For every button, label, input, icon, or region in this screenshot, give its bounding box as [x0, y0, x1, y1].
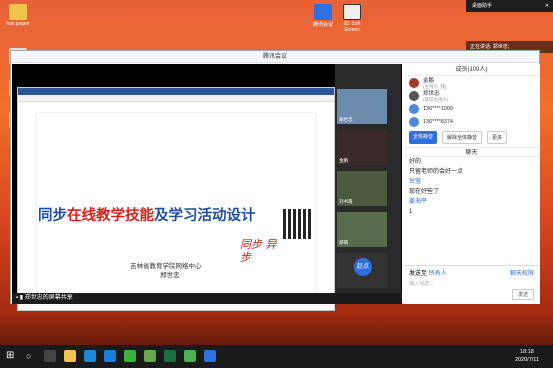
chat-message: 现在好些了: [409, 189, 440, 195]
desktop-icon-user[interactable]: han jasper: [4, 4, 32, 27]
members-title: 成员(109人): [403, 64, 540, 76]
window-title: 腾讯会议: [11, 51, 539, 63]
avatar: [409, 103, 419, 114]
excel-icon[interactable]: [164, 350, 176, 362]
desktop-assistant-bar[interactable]: 桌面助手 ✕: [466, 0, 553, 12]
ppt-menubar: [18, 95, 334, 102]
tencent-meeting-taskbar-icon[interactable]: [204, 350, 216, 362]
ppt-titlebar: [18, 88, 334, 95]
notify-title: 桌面助手: [472, 3, 493, 9]
chat-message: 只留老师的会好一点: [409, 169, 464, 175]
search-icon[interactable]: ○: [26, 350, 38, 362]
tencent-meeting-icon: [314, 4, 332, 20]
close-icon[interactable]: ✕: [545, 0, 549, 12]
edge-icon[interactable]: [84, 350, 96, 362]
app-icon[interactable]: [124, 350, 136, 362]
send-button[interactable]: 发送: [511, 289, 534, 300]
video-tile[interactable]: 郑萌: [337, 212, 387, 247]
app-icon[interactable]: [184, 350, 196, 362]
avatar: [409, 116, 419, 127]
member-row[interactable]: 郑世忠 (联席主持人): [403, 89, 540, 102]
member-row[interactable]: 136****8374: [403, 115, 540, 128]
avatar: [409, 77, 419, 88]
slide-author: 郑世忠: [160, 272, 180, 279]
clock[interactable]: 18:18 2020/7/11: [515, 348, 539, 364]
mute-all-button[interactable]: 全体静音: [409, 131, 438, 144]
chat-message: 好的: [409, 159, 422, 165]
send-to-select[interactable]: 所有人: [429, 271, 447, 277]
avatar: [409, 90, 419, 101]
folder-icon: [9, 4, 27, 20]
meeting-window: 腾讯会议 同步在线教学技能及学习活动设计 吉林省教育学院网络中心 郑世忠 同步 …: [10, 50, 540, 311]
video-tile[interactable]: 郑世忠: [337, 89, 387, 124]
task-view-icon[interactable]: [44, 350, 56, 362]
video-tile[interactable]: 刘书霞: [337, 171, 387, 206]
more-button[interactable]: 更多: [487, 131, 508, 144]
chat-title: 聊天: [403, 147, 540, 157]
chat-message: 1: [409, 209, 413, 215]
app-icon[interactable]: [144, 350, 156, 362]
member-row[interactable]: 金鹏 (主持人, 我): [403, 76, 540, 89]
unmute-all-button[interactable]: 解除全体静音: [442, 131, 483, 144]
share-icon: ▪ ▮: [16, 295, 25, 301]
side-panel: 成员(109人) 金鹏 (主持人, 我) 郑世忠 (联席主持人) 136****10…: [403, 64, 540, 304]
windows-start-icon[interactable]: ⊞: [6, 350, 18, 362]
taskbar: ⊞ ○ 18:18 2020/7/11: [0, 345, 553, 368]
avatar: 赵点: [354, 258, 372, 276]
video-strip: 郑世忠 金鹏 刘书霞 郑萌 赵点: [335, 64, 401, 293]
video-tile[interactable]: 赵点: [337, 253, 387, 288]
file-explorer-icon[interactable]: [64, 350, 76, 362]
chat-input-area: 发送至 所有人 聊天权限 输入消息... 发送: [403, 265, 540, 303]
chat-sender: 岳莹: [409, 179, 422, 185]
ie-icon[interactable]: [104, 350, 116, 362]
member-actions: 全体静音 解除全体静音 更多: [403, 128, 540, 147]
desktop-icon-screen-capture[interactable]: 2D Soft Screen: [338, 4, 366, 33]
chat-sender: 姜海平: [409, 199, 428, 205]
screen-share-bar: ▪ ▮ 郑世忠的屏幕共享: [12, 293, 402, 304]
camera-icon: [343, 4, 361, 20]
handwriting-annotation: 同步 异步: [240, 238, 277, 264]
chat-permission-button[interactable]: 聊天权限: [510, 268, 534, 277]
slide-title: 同步在线教学技能及学习活动设计: [38, 208, 256, 224]
desktop-icon-tencent-meeting[interactable]: 腾讯会议: [309, 4, 337, 28]
member-row[interactable]: 136****1009: [403, 102, 540, 115]
video-tile[interactable]: 金鹏: [337, 130, 387, 165]
powerpoint-window: 同步在线教学技能及学习活动设计 吉林省教育学院网络中心 郑世忠 同步 异步: [17, 87, 335, 311]
